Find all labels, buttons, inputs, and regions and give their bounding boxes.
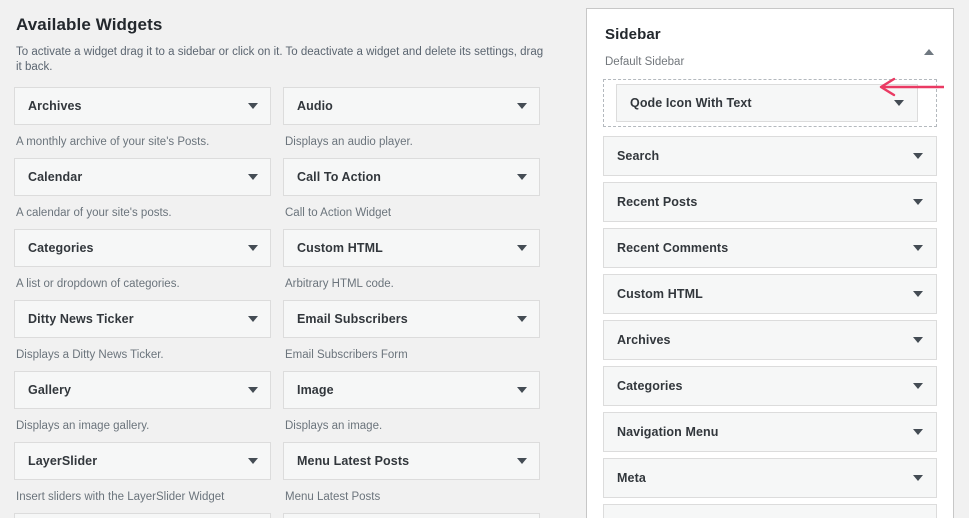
sidebar-widget-item[interactable]: Custom HTML bbox=[603, 274, 937, 314]
widget-card[interactable]: Ditty News Ticker bbox=[14, 300, 271, 338]
chevron-down-icon[interactable] bbox=[248, 174, 258, 180]
widget-card[interactable]: Image bbox=[283, 371, 540, 409]
sidebar-widget-label: Meta bbox=[617, 471, 646, 485]
sidebar-widget-list: Search Recent Posts Recent Comments Custom … bbox=[603, 136, 937, 518]
chevron-down-icon[interactable] bbox=[248, 458, 258, 464]
widget-card[interactable]: Email Subscribers bbox=[283, 300, 540, 338]
chevron-down-icon[interactable] bbox=[913, 153, 923, 159]
sidebar-widget-item[interactable]: Navigation Menu bbox=[603, 412, 937, 452]
widget-card-label: Image bbox=[297, 383, 334, 397]
chevron-down-icon[interactable] bbox=[913, 429, 923, 435]
widget-card-label: Custom HTML bbox=[297, 241, 383, 255]
sidebar-panel-header: Sidebar bbox=[603, 23, 937, 55]
chevron-down-icon[interactable] bbox=[248, 245, 258, 251]
sidebar-widget-label: Categories bbox=[617, 379, 683, 393]
sidebar-panel-collapse-button[interactable] bbox=[924, 25, 937, 55]
chevron-down-icon[interactable] bbox=[248, 316, 258, 322]
widget-card-description: Displays an image gallery. bbox=[16, 420, 150, 432]
widget-card[interactable]: Calendar bbox=[14, 158, 271, 196]
widget-card-description: Menu Latest Posts bbox=[285, 491, 381, 503]
sidebar-widget-item[interactable]: Search bbox=[603, 136, 937, 176]
widget-card-label: Calendar bbox=[28, 170, 83, 184]
widget-card[interactable]: Navigation Menu bbox=[283, 513, 540, 518]
chevron-down-icon[interactable] bbox=[248, 103, 258, 109]
page-title: Available Widgets bbox=[16, 15, 163, 34]
chevron-down-icon[interactable] bbox=[517, 103, 527, 109]
widget-card-description: Insert sliders with the LayerSlider Widg… bbox=[16, 491, 225, 503]
widget-card[interactable]: Menu Latest Posts bbox=[283, 442, 540, 480]
widget-card-label: Email Subscribers bbox=[297, 312, 408, 326]
chevron-down-icon[interactable] bbox=[517, 174, 527, 180]
widget-card[interactable]: Archives bbox=[14, 87, 271, 125]
chevron-down-icon[interactable] bbox=[913, 383, 923, 389]
widget-card-description: Email Subscribers Form bbox=[285, 349, 408, 361]
widget-card[interactable]: Custom HTML bbox=[283, 229, 540, 267]
widget-drop-placeholder[interactable]: Qode Icon With Text bbox=[603, 79, 937, 127]
widget-card[interactable]: LayerSlider bbox=[14, 442, 271, 480]
chevron-down-icon[interactable] bbox=[517, 316, 527, 322]
available-widgets-column-left: Archives A monthly archive of your site's… bbox=[14, 87, 271, 518]
sidebar-widget-label: Recent Comments bbox=[617, 241, 729, 255]
widget-card-label: Call To Action bbox=[297, 170, 382, 184]
widget-card-label: Archives bbox=[28, 99, 82, 113]
chevron-down-icon[interactable] bbox=[913, 475, 923, 481]
chevron-down-icon[interactable] bbox=[248, 387, 258, 393]
sidebar-widget-label: Search bbox=[617, 149, 660, 163]
chevron-down-icon[interactable] bbox=[517, 245, 527, 251]
chevron-down-icon[interactable] bbox=[913, 199, 923, 205]
available-widgets-column-right: Audio Displays an audio player. Call To Ac… bbox=[283, 87, 540, 518]
available-widgets-section: Available Widgets To activate a widget d… bbox=[0, 0, 560, 518]
sidebar-widget-item[interactable]: Categories bbox=[603, 366, 937, 406]
sidebar-widget-label: Navigation Menu bbox=[617, 425, 719, 439]
widget-card-label: Ditty News Ticker bbox=[28, 312, 134, 326]
widget-card-label: Audio bbox=[297, 99, 333, 113]
widget-card-label: LayerSlider bbox=[28, 454, 98, 468]
widget-card[interactable]: Call To Action bbox=[283, 158, 540, 196]
sidebar-widget-label: Recent Posts bbox=[617, 195, 698, 209]
widget-card-description: Arbitrary HTML code. bbox=[285, 278, 394, 290]
chevron-down-icon[interactable] bbox=[894, 100, 904, 106]
widget-card-label: Categories bbox=[28, 241, 94, 255]
dragged-widget-label: Qode Icon With Text bbox=[630, 96, 752, 110]
chevron-down-icon[interactable] bbox=[913, 337, 923, 343]
widget-card-description: A list or dropdown of categories. bbox=[16, 278, 180, 290]
widget-card-description: A calendar of your site's posts. bbox=[16, 207, 172, 219]
chevron-up-icon[interactable] bbox=[924, 32, 934, 55]
chevron-down-icon[interactable] bbox=[913, 291, 923, 297]
chevron-down-icon[interactable] bbox=[517, 387, 527, 393]
sidebar-widget-label: Custom HTML bbox=[617, 287, 703, 301]
widget-card-description: Displays an image. bbox=[285, 420, 383, 432]
chevron-down-icon[interactable] bbox=[913, 245, 923, 251]
sidebar-panel-subtitle: Default Sidebar bbox=[605, 56, 685, 68]
sidebar-widget-item[interactable]: Recent Posts bbox=[603, 182, 937, 222]
widget-card-description: A monthly archive of your site's Posts. bbox=[16, 136, 210, 148]
sidebar-widget-item[interactable]: Recent Comments bbox=[603, 228, 937, 268]
chevron-down-icon[interactable] bbox=[517, 458, 527, 464]
widget-card[interactable]: Audio bbox=[283, 87, 540, 125]
widget-card[interactable]: Meta bbox=[14, 513, 271, 518]
sidebar-widget-item[interactable]: Qode Twitter Widget bbox=[603, 504, 937, 518]
widget-card-description: Displays an audio player. bbox=[285, 136, 413, 148]
widget-card-label: Gallery bbox=[28, 383, 72, 397]
widget-card[interactable]: Gallery bbox=[14, 371, 271, 409]
dragged-widget-qode-icon-with-text[interactable]: Qode Icon With Text bbox=[616, 84, 918, 122]
widget-card-description: Displays a Ditty News Ticker. bbox=[16, 349, 164, 361]
sidebar-panel-title: Sidebar bbox=[605, 26, 661, 43]
sidebar-widget-item[interactable]: Meta bbox=[603, 458, 937, 498]
sidebar-widget-label: Archives bbox=[617, 333, 671, 347]
available-widgets-grid: Archives A monthly archive of your site's… bbox=[14, 87, 546, 518]
sidebar-panel: Sidebar Default Sidebar Qode Icon With T… bbox=[586, 8, 954, 518]
sidebar-widget-item[interactable]: Archives bbox=[603, 320, 937, 360]
widget-card-label: Menu Latest Posts bbox=[297, 454, 410, 468]
widget-card[interactable]: Categories bbox=[14, 229, 271, 267]
available-widgets-description: To activate a widget drag it to a sideba… bbox=[16, 46, 544, 73]
widget-card-description: Call to Action Widget bbox=[285, 207, 392, 219]
